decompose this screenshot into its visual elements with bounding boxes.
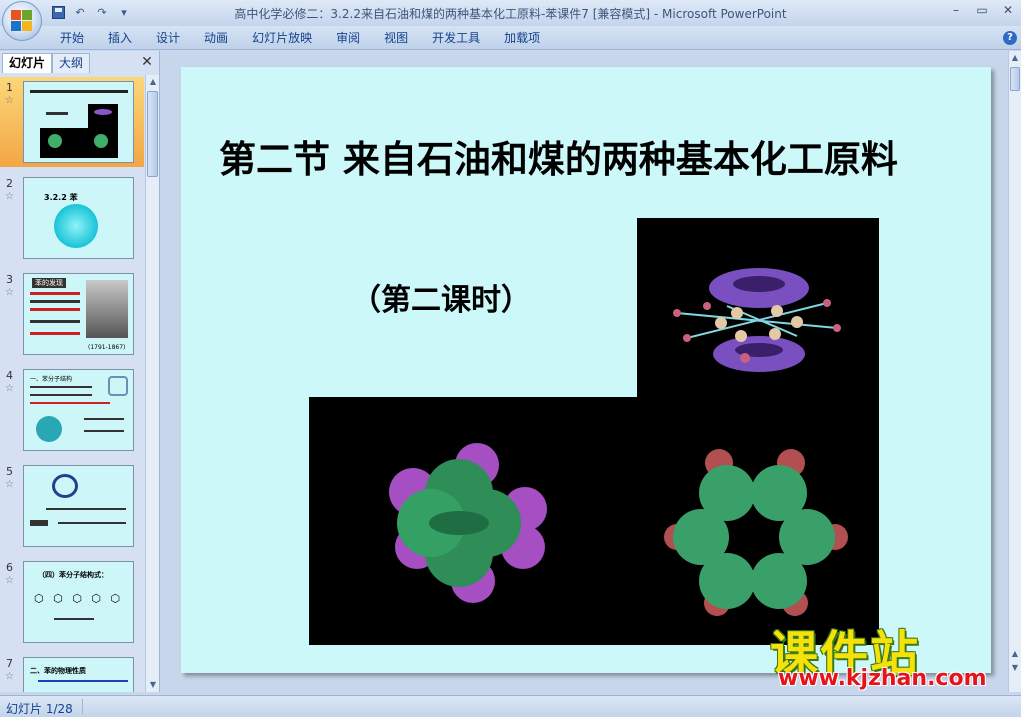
thumbnail-slide-5[interactable]: 5 ☆ [0, 461, 144, 551]
slides-panel: 幻灯片 大纲 ✕ 1 ☆ 2 ☆ 3.2.2 苯 3 ☆ 苯的发现 (1791-… [0, 51, 160, 692]
ribbon-tab[interactable]: 幻灯片放映 [240, 30, 324, 46]
thumbnail-image: 3.2.2 苯 [23, 177, 134, 259]
watermark-url: www.kjzhan.com [778, 666, 987, 691]
slide-subtitle[interactable]: （第二课时） [351, 275, 531, 319]
ribbon-tab[interactable]: 视图 [372, 30, 420, 46]
thumbnail-slide-4[interactable]: 4 ☆ 一、苯分子结构 [0, 365, 144, 455]
thumbnail-number: 3 [6, 273, 13, 286]
thumbnail-label: 一、苯分子结构 [30, 376, 73, 383]
thumbnail-label: 3.2.2 苯 [44, 193, 78, 202]
thumbnail-number: 2 [6, 177, 13, 190]
ribbon-tab-list: 开始 插入 设计 动画 幻灯片放映 审阅 视图 开发工具 加载项 [48, 30, 552, 46]
ribbon: 开始 插入 设计 动画 幻灯片放映 审阅 视图 开发工具 加载项 ? [0, 26, 1021, 50]
benzene-models-image[interactable] [309, 397, 879, 645]
office-button[interactable] [2, 1, 42, 41]
animation-star-icon: ☆ [5, 575, 14, 586]
thumbnail-scrollbar[interactable]: ▲ ▼ [145, 75, 159, 692]
office-logo-icon [11, 10, 33, 32]
window-controls: – ▭ ✕ [943, 0, 1021, 20]
thumbnail-slide-7[interactable]: 7 ☆ 二、苯的物理性质 [0, 653, 144, 692]
animation-star-icon: ☆ [5, 383, 14, 394]
animation-star-icon: ☆ [5, 95, 14, 106]
thumbnail-image: （四）苯分子结构式： ⬡ ⬡ ⬡ ⬡ ⬡ [23, 561, 134, 643]
thumbnail-image: 二、苯的物理性质 [23, 657, 134, 692]
close-panel-button[interactable]: ✕ [139, 54, 155, 70]
tab-outline[interactable]: 大纲 [52, 53, 91, 73]
scrollbar-thumb[interactable] [1010, 67, 1020, 91]
minimize-button[interactable]: – [943, 0, 969, 20]
status-separator [82, 699, 83, 714]
slide-canvas[interactable]: 第二节 来自石油和煤的两种基本化工原料 （第二课时） [181, 67, 991, 673]
title-bar: ↶ ↷ ▾ 高中化学必修二：3.2.2来自石油和煤的两种基本化工原料-苯课件7 … [0, 0, 1021, 41]
thumbnail-list: 1 ☆ 2 ☆ 3.2.2 苯 3 ☆ 苯的发现 (1791-1867) 4 ☆… [0, 75, 144, 692]
ribbon-tab[interactable]: 审阅 [324, 30, 372, 46]
thumbnail-slide-3[interactable]: 3 ☆ 苯的发现 (1791-1867) [0, 269, 144, 359]
ribbon-tab[interactable]: 开始 [48, 30, 96, 46]
thumbnail-slide-2[interactable]: 2 ☆ 3.2.2 苯 [0, 173, 144, 263]
thumbnail-label: （四）苯分子结构式： [38, 571, 108, 579]
thumbnail-number: 6 [6, 561, 13, 574]
slide-scrollbar[interactable]: ▲ ▲ ▼ [1008, 51, 1021, 692]
thumbnail-label: 二、苯的物理性质 [30, 667, 86, 675]
ribbon-tab[interactable]: 动画 [192, 30, 240, 46]
scroll-up-arrow-icon[interactable]: ▲ [1009, 51, 1021, 65]
thumbnail-slide-6[interactable]: 6 ☆ （四）苯分子结构式： ⬡ ⬡ ⬡ ⬡ ⬡ [0, 557, 144, 647]
benzene-orbital-image[interactable] [637, 218, 879, 398]
close-button[interactable]: ✕ [995, 0, 1021, 20]
slide-title[interactable]: 第二节 来自石油和煤的两种基本化工原料 [219, 129, 898, 183]
slide-editor: 第二节 来自石油和煤的两种基本化工原料 （第二课时） [161, 51, 1008, 692]
slide-indicator: 幻灯片 1/28 [6, 702, 73, 716]
animation-star-icon: ☆ [5, 191, 14, 202]
thumbnail-image: 一、苯分子结构 [23, 369, 134, 451]
thumbnail-image [23, 465, 134, 547]
animation-star-icon: ☆ [5, 287, 14, 298]
animation-star-icon: ☆ [5, 671, 14, 682]
tab-slides[interactable]: 幻灯片 [2, 53, 53, 73]
status-bar: 幻灯片 1/28 [0, 695, 1021, 717]
window-title: 高中化学必修二：3.2.2来自石油和煤的两种基本化工原料-苯课件7 [兼容模式]… [234, 7, 787, 21]
ribbon-tab[interactable]: 插入 [96, 30, 144, 46]
thumbnail-number: 4 [6, 369, 13, 382]
ribbon-tab[interactable]: 加载项 [492, 30, 552, 46]
next-slide-icon[interactable]: ▼ [1009, 661, 1021, 675]
thumbnail-slide-1[interactable]: 1 ☆ [0, 77, 144, 167]
thumbnail-number: 1 [6, 81, 13, 94]
ribbon-tab[interactable]: 开发工具 [420, 30, 492, 46]
maximize-button[interactable]: ▭ [969, 0, 995, 20]
scroll-down-arrow-icon[interactable]: ▼ [146, 678, 160, 692]
scrollbar-thumb[interactable] [147, 91, 158, 177]
thumbnail-caption: (1791-1867) [88, 344, 126, 351]
thumbnail-number: 7 [6, 657, 13, 670]
thumbnail-number: 5 [6, 465, 13, 478]
thumbnail-label: 苯的发现 [32, 278, 66, 288]
ribbon-tab[interactable]: 设计 [144, 30, 192, 46]
previous-slide-icon[interactable]: ▲ [1009, 647, 1021, 661]
panel-tabs: 幻灯片 大纲 [2, 53, 91, 73]
scroll-up-arrow-icon[interactable]: ▲ [146, 75, 160, 89]
help-button[interactable]: ? [1003, 31, 1017, 45]
thumbnail-image: 苯的发现 (1791-1867) [23, 273, 134, 355]
animation-star-icon: ☆ [5, 479, 14, 490]
thumbnail-image [23, 81, 134, 163]
